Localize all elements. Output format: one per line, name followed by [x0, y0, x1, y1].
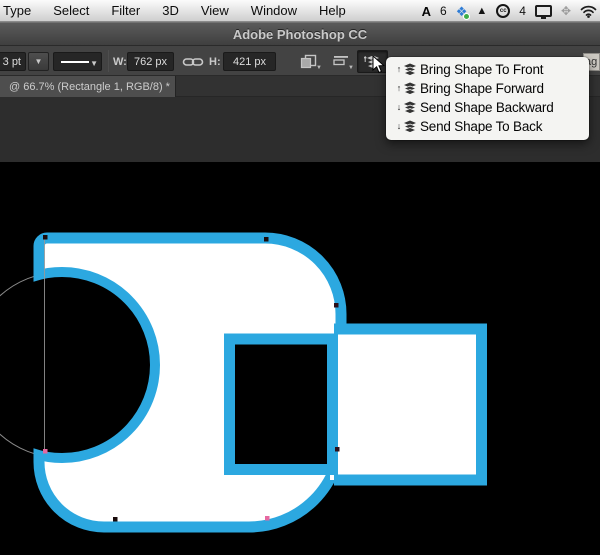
- menubar-item-window[interactable]: Window: [240, 0, 308, 22]
- anchor-point[interactable]: [335, 447, 340, 452]
- path-alignment-button[interactable]: ▼: [327, 51, 355, 72]
- subtracted-circle-shape[interactable]: [0, 272, 155, 458]
- anchor-point-selected[interactable]: [43, 449, 48, 454]
- chevron-down-icon: ▼: [348, 65, 354, 71]
- photoshop-window: Type Select Filter 3D View Window Help A…: [0, 0, 600, 555]
- stroke-style-picker[interactable]: ▼: [53, 52, 102, 71]
- menu-item-label: Send Shape Backward: [420, 100, 554, 115]
- google-drive-icon[interactable]: ▲: [476, 5, 487, 17]
- path-arrangement-menu: ↑ Bring Shape To Front ↑ Bring Shape For…: [386, 57, 589, 140]
- document-tab-label: @ 66.7% (Rectangle 1, RGB/8) *: [9, 81, 170, 93]
- menu-item-send-shape-backward[interactable]: ↓ Send Shape Backward: [386, 98, 589, 117]
- adobe-app-count: 6: [440, 4, 447, 18]
- anchor-point[interactable]: [43, 235, 48, 240]
- dropbox-synced-badge: [463, 13, 470, 20]
- arrow-down-icon: ↓: [395, 122, 403, 131]
- stroke-width-value: 3 pt: [3, 56, 21, 68]
- adobe-app-icon[interactable]: A: [422, 4, 431, 19]
- shape-height-value: 421 px: [233, 56, 266, 68]
- menu-item-send-shape-to-back[interactable]: ↓ Send Shape To Back: [386, 117, 589, 136]
- menubar-item-3d[interactable]: 3D: [151, 0, 190, 22]
- document-canvas[interactable]: [0, 162, 600, 555]
- wifi-icon[interactable]: [580, 5, 597, 18]
- menubar-status-icons: A 6 ❖ ▲ cc 4 ✥: [422, 0, 597, 22]
- arrow-up-icon: ↑: [395, 65, 403, 74]
- stroke-width-dropdown-button[interactable]: ▼: [28, 52, 49, 71]
- menubar-item-view[interactable]: View: [190, 0, 240, 22]
- menubar-item-select[interactable]: Select: [42, 0, 100, 22]
- document-tab[interactable]: @ 66.7% (Rectangle 1, RGB/8) *: [0, 76, 176, 97]
- layer-stack-icon: [403, 120, 417, 133]
- stroke-width-field[interactable]: 3 pt: [0, 52, 26, 71]
- dropbox-icon[interactable]: ❖: [456, 5, 468, 18]
- shape-width-field[interactable]: 762 px: [127, 52, 174, 71]
- displays-icon[interactable]: [535, 5, 552, 17]
- solid-stroke-swatch: [61, 61, 89, 63]
- chevron-down-icon: ▼: [90, 59, 98, 68]
- width-label: W:: [113, 56, 127, 68]
- link-dimensions-icon[interactable]: [182, 55, 204, 69]
- menu-item-label: Send Shape To Back: [420, 119, 542, 134]
- menubar-item-filter[interactable]: Filter: [100, 0, 151, 22]
- mouse-cursor: [372, 55, 385, 74]
- menubar-item-help[interactable]: Help: [308, 0, 357, 22]
- shape-height-field[interactable]: 421 px: [223, 52, 276, 71]
- options-divider: [108, 50, 109, 72]
- layer-stack-icon: [403, 82, 417, 95]
- creative-cloud-count: 4: [519, 4, 526, 18]
- subtracted-square-shape[interactable]: [230, 339, 333, 470]
- anchor-point-selected[interactable]: [265, 516, 270, 521]
- app-titlebar[interactable]: Adobe Photoshop CC: [0, 22, 600, 46]
- app-title: Adobe Photoshop CC: [233, 27, 367, 42]
- united-rectangle-fill: [330, 329, 487, 480]
- height-label: H:: [209, 56, 221, 68]
- macos-menubar: Type Select Filter 3D View Window Help A…: [0, 0, 600, 22]
- menu-item-bring-shape-forward[interactable]: ↑ Bring Shape Forward: [386, 79, 589, 98]
- universal-access-icon[interactable]: ✥: [561, 4, 571, 18]
- anchor-point[interactable]: [113, 517, 118, 522]
- menu-item-label: Bring Shape To Front: [420, 62, 543, 77]
- shape-width-value: 762 px: [134, 56, 167, 68]
- arrow-up-icon: ↑: [395, 84, 403, 93]
- menubar-items: Type Select Filter 3D View Window Help: [0, 0, 357, 22]
- anchor-point[interactable]: [264, 237, 269, 242]
- path-alignment-icon: [333, 54, 350, 69]
- arrow-down-icon: ↓: [395, 103, 403, 112]
- anchor-point[interactable]: [334, 303, 339, 308]
- shape-layer-graphics: [0, 162, 600, 555]
- layer-stack-icon: [403, 63, 417, 76]
- menu-item-label: Bring Shape Forward: [420, 81, 544, 96]
- layer-stack-icon: [403, 101, 417, 114]
- menu-item-bring-shape-to-front[interactable]: ↑ Bring Shape To Front: [386, 60, 589, 79]
- path-operations-button[interactable]: ▼: [295, 51, 323, 72]
- chevron-down-icon: ▼: [316, 65, 322, 71]
- creative-cloud-icon[interactable]: cc: [496, 4, 510, 18]
- menubar-item-type[interactable]: Type: [0, 0, 42, 22]
